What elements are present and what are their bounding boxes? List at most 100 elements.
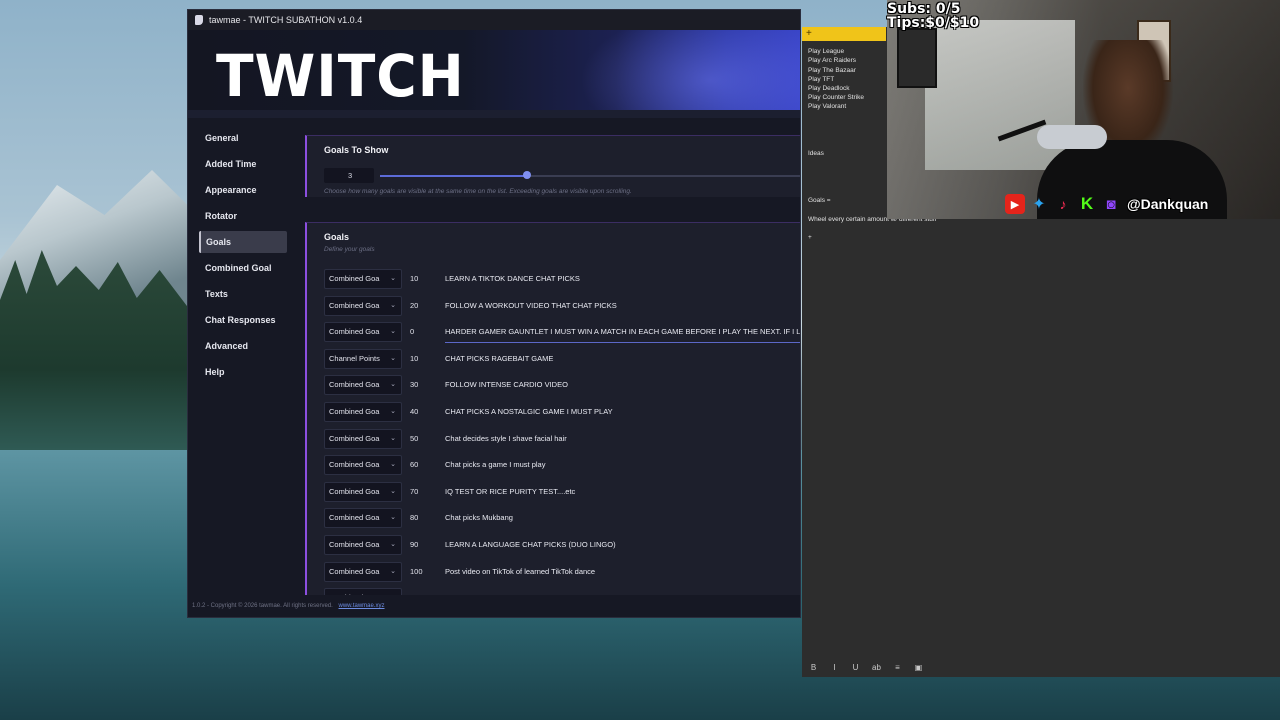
- goal-text-input[interactable]: Chat picks a game I must play: [445, 455, 800, 475]
- goal-type-value: Combined Goa: [329, 460, 380, 470]
- sidebar-item-texts[interactable]: Texts: [199, 283, 287, 305]
- goal-text-input[interactable]: FOLLOW INTENSE CARDIO VIDEO: [445, 375, 800, 395]
- strikethrough-icon[interactable]: ab: [871, 663, 882, 672]
- goal-text-input[interactable]: FOLLOW A WORKOUT VIDEO THAT CHAT PICKS: [445, 296, 800, 316]
- app-footer: 1.0.2 - Copyright © 2026 tawmae. All rig…: [192, 603, 385, 609]
- goal-type-select[interactable]: Combined Goa ⌄: [324, 322, 402, 343]
- goal-row: Combined Goa ⌄ 30 FOLLOW INTENSE CARDIO VID…: [324, 375, 800, 396]
- goal-type-select[interactable]: Combined Goa ⌄: [324, 375, 402, 396]
- sidebar-item-general[interactable]: General: [199, 127, 287, 149]
- goal-amount-input[interactable]: 60: [410, 455, 418, 475]
- sidebar-item-goals[interactable]: Goals: [199, 231, 287, 253]
- note-line[interactable]: Ideas: [808, 150, 824, 157]
- goal-type-select[interactable]: Channel Points ⌄: [324, 348, 402, 369]
- goals-to-show-slider-thumb[interactable]: [523, 171, 531, 179]
- chevron-down-icon: ⌄: [390, 301, 396, 309]
- notes-topbar[interactable]: +: [802, 27, 886, 41]
- goal-type-select[interactable]: Combined Goa ⌄: [324, 269, 402, 289]
- window-titlebar[interactable]: tawmae - TWITCH SUBATHON v1.0.4: [188, 10, 800, 30]
- chevron-down-icon: ⌄: [390, 354, 396, 362]
- bullet-list-icon[interactable]: ≡: [892, 663, 903, 672]
- goal-type-select[interactable]: Combined Goa ⌄: [324, 455, 402, 476]
- sidebar-item-rotator[interactable]: Rotator: [199, 205, 287, 227]
- subathon-app-window: tawmae - TWITCH SUBATHON v1.0.4 TWITCH S…: [187, 9, 801, 618]
- goal-type-value: Combined Goa: [329, 327, 380, 337]
- goal-text-input[interactable]: Post video on TikTok of learned TikTok d…: [445, 562, 800, 582]
- goals-to-show-title: Goals To Show: [324, 145, 389, 155]
- goal-amount-input[interactable]: 0: [410, 322, 414, 342]
- goal-row: Combined Goa ⌄ 80 Chat picks Mukbang: [324, 508, 800, 529]
- sidebar-nav: General Added Time Appearance Rotator Go…: [199, 127, 287, 597]
- goals-to-show-card: Goals To Show 3 Choose how many goals ar…: [305, 135, 800, 197]
- goals-title: Goals: [324, 232, 350, 242]
- goal-row: Combined Goa ⌄ 60 Chat picks a game I must …: [324, 455, 800, 476]
- note-line[interactable]: Play The Bazaar: [808, 67, 856, 74]
- goal-type-select[interactable]: Combined Goa ⌄: [324, 588, 402, 595]
- goal-type-select[interactable]: Combined Goa ⌄: [324, 295, 402, 316]
- note-line[interactable]: Play Deadlock: [808, 85, 850, 92]
- goal-amount-input[interactable]: 110: [410, 588, 422, 595]
- goal-amount-input[interactable]: 50: [410, 429, 418, 449]
- chevron-down-icon: ⌄: [390, 589, 396, 595]
- chevron-down-icon: ⌄: [390, 461, 396, 469]
- goal-text-input[interactable]: IQ TEST OR RICE PURITY TEST....etc: [445, 482, 800, 502]
- goal-amount-input[interactable]: 10: [410, 349, 418, 369]
- goal-amount-input[interactable]: 70: [410, 482, 418, 502]
- goal-text-input[interactable]: Chat decides style I shave facial hair: [445, 429, 800, 449]
- add-note-icon[interactable]: +: [806, 27, 812, 41]
- chevron-down-icon: ⌄: [390, 408, 396, 415]
- note-line[interactable]: Play Arc Raiders: [808, 57, 856, 64]
- sidebar-item-chat-responses[interactable]: Chat Responses: [199, 309, 287, 331]
- goal-row: Combined Goa ⌄ 110: [324, 588, 800, 595]
- sidebar-item-appearance[interactable]: Appearance: [199, 179, 287, 201]
- goal-text-input[interactable]: HARDER GAMER GAUNTLET I MUST WIN A MATCH…: [445, 322, 800, 344]
- footer-link[interactable]: www.tawmae.xyz: [339, 603, 385, 609]
- note-line[interactable]: Play League: [808, 48, 844, 55]
- goals-subtitle: Define your goals: [324, 246, 375, 253]
- chevron-down-icon: ⌄: [390, 381, 396, 389]
- goals-to-show-description: Choose how many goals are visible at the…: [324, 188, 632, 195]
- goal-type-select[interactable]: Combined Goa ⌄: [324, 508, 402, 529]
- note-line[interactable]: +: [808, 234, 812, 241]
- kick-icon: K: [1080, 194, 1094, 213]
- goal-amount-input[interactable]: 30: [410, 375, 418, 395]
- notes-format-toolbar: B I U ab ≡ ▣: [808, 663, 924, 672]
- goal-amount-input[interactable]: 90: [410, 535, 418, 555]
- goal-text-input[interactable]: CHAT PICKS RAGEBAIT GAME: [445, 349, 800, 369]
- italic-icon[interactable]: I: [829, 663, 840, 672]
- goal-type-select[interactable]: Combined Goa ⌄: [324, 428, 402, 449]
- goal-amount-input[interactable]: 20: [410, 296, 418, 316]
- tiktok-icon: ♪: [1059, 196, 1067, 212]
- goal-amount-input[interactable]: 100: [410, 562, 423, 582]
- goal-amount-input[interactable]: 80: [410, 508, 418, 528]
- window-title: tawmae - TWITCH SUBATHON v1.0.4: [209, 15, 363, 25]
- note-line[interactable]: Play TFT: [808, 76, 834, 83]
- image-icon[interactable]: ▣: [913, 663, 924, 672]
- sidebar-item-combined-goal[interactable]: Combined Goal: [199, 257, 287, 279]
- goal-type-select[interactable]: Combined Goa ⌄: [324, 481, 402, 502]
- goal-type-select[interactable]: Combined Goa ⌄: [324, 402, 402, 422]
- sidebar-item-advanced[interactable]: Advanced: [199, 335, 287, 357]
- goals-to-show-input[interactable]: 3: [324, 168, 374, 183]
- goal-type-value: Combined Goa: [329, 486, 380, 496]
- sidebar-item-help[interactable]: Help: [199, 361, 287, 383]
- sidebar-item-added-time[interactable]: Added Time: [199, 153, 287, 175]
- chevron-down-icon: ⌄: [390, 434, 396, 442]
- underline-icon[interactable]: U: [850, 663, 861, 672]
- goal-type-select[interactable]: Combined Goa ⌄: [324, 561, 402, 582]
- goal-text-input[interactable]: CHAT PICKS A NOSTALGIC GAME I MUST PLAY: [445, 402, 800, 422]
- webcam-overlay: [887, 0, 1280, 219]
- chevron-down-icon: ⌄: [390, 567, 396, 575]
- banner-title: TWITCH SUBATHON: [216, 42, 564, 118]
- goal-text-input[interactable]: LEARN A LANGUAGE CHAT PICKS (DUO LINGO): [445, 535, 800, 555]
- bold-icon[interactable]: B: [808, 663, 819, 672]
- goal-amount-input[interactable]: 40: [410, 402, 418, 422]
- goal-type-select[interactable]: Combined Goa ⌄: [324, 535, 402, 555]
- goal-amount-input[interactable]: 10: [410, 269, 418, 289]
- note-line[interactable]: Play Valorant: [808, 103, 846, 110]
- goal-text-input[interactable]: Chat picks Mukbang: [445, 508, 800, 528]
- goal-row: Combined Goa ⌄ 40 CHAT PICKS A NOSTALGIC GA…: [324, 402, 800, 422]
- note-line[interactable]: Goals =: [808, 197, 831, 204]
- goal-text-input[interactable]: LEARN A TIKTOK DANCE CHAT PICKS: [445, 269, 800, 289]
- note-line[interactable]: Play Counter Strike: [808, 94, 864, 101]
